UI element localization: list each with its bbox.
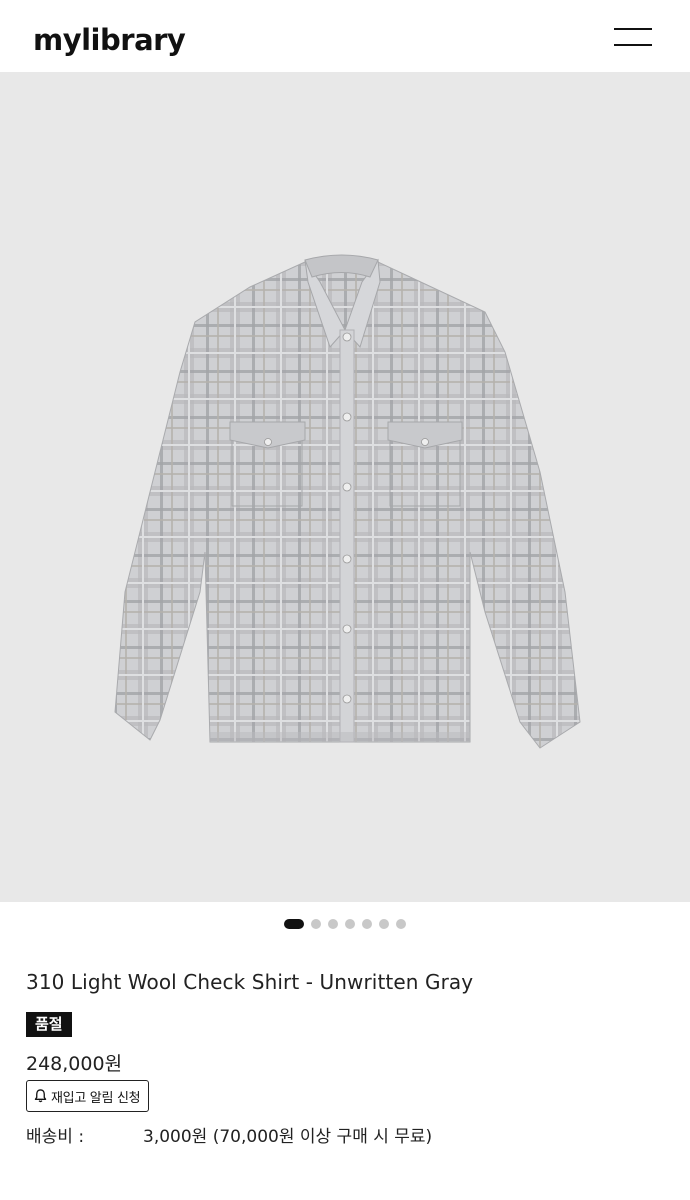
pager-dot-7[interactable] [396, 919, 406, 929]
pager-dot-1[interactable] [284, 919, 304, 929]
product-title: 310 Light Wool Check Shirt - Unwritten G… [26, 970, 474, 994]
top-header: mylibrary [0, 0, 690, 72]
site-logo[interactable]: mylibrary [33, 20, 186, 60]
shipping-label: 배송비 : [26, 1127, 85, 1147]
image-pager [0, 917, 690, 931]
pager-dot-3[interactable] [328, 919, 338, 929]
pager-dot-5[interactable] [362, 919, 372, 929]
product-price: 248,000원 [26, 1053, 123, 1075]
hamburger-menu-icon[interactable] [612, 24, 656, 52]
pager-dot-4[interactable] [345, 919, 355, 929]
soldout-badge: 품절 [26, 1012, 72, 1037]
restock-alert-button[interactable]: 재입고 알림 신청 [26, 1080, 150, 1112]
shirt-image [114, 254, 581, 749]
restock-alert-label: 재입고 알림 신청 [51, 1090, 141, 1106]
pager-dot-6[interactable] [379, 919, 389, 929]
shipping-fee: 3,000원 (70,000원 이상 구매 시 무료) [143, 1127, 433, 1147]
bell-icon [34, 1089, 47, 1103]
product-image[interactable] [0, 72, 690, 902]
pager-dot-2[interactable] [311, 919, 321, 929]
